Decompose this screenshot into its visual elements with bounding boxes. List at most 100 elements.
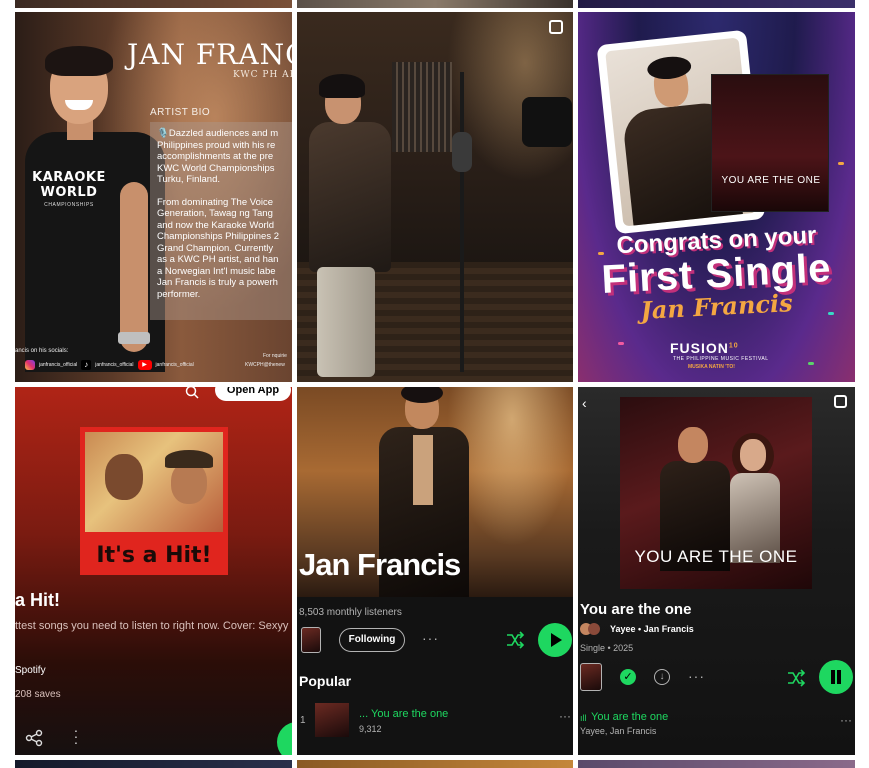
track-plays: 9,312 <box>359 724 382 734</box>
bio-label: ARTIST BIO <box>150 107 211 118</box>
next-row-strip-2 <box>297 760 573 768</box>
bio-subtitle: KWC PH AR <box>233 70 292 80</box>
next-row-strip-3 <box>578 760 855 768</box>
confetti <box>828 312 834 315</box>
jacket <box>309 122 391 272</box>
face <box>740 439 766 471</box>
saved-check-icon[interactable]: ✓ <box>620 669 636 685</box>
confetti <box>618 342 624 345</box>
pause-button[interactable] <box>819 660 853 694</box>
release-meta: Single • 2025 <box>580 643 634 653</box>
playlist-owner[interactable]: Spotify <box>15 665 46 676</box>
more-options-icon[interactable]: ··· <box>688 668 705 684</box>
multi-image-icon <box>549 20 563 34</box>
festival-subtitle: THE PHILIPPINE MUSIC FESTIVAL <box>673 356 769 362</box>
instagram-icon <box>25 360 35 370</box>
artist-avatars <box>580 623 602 637</box>
search-icon[interactable] <box>185 387 199 399</box>
face <box>105 454 143 500</box>
festival-tagline: MUSIKA NATIN 'TO! <box>688 364 735 370</box>
bio-text: 🎙️Dazzled audiences and m Philippines pr… <box>157 128 292 311</box>
post-playlist-its-a-hit[interactable]: Open App It's a Hit! a Hit! ttest songs … <box>15 387 292 755</box>
festival-name: FUSION <box>670 340 729 356</box>
post-studio-photo[interactable] <box>297 12 573 382</box>
more-options-icon[interactable]: ··· <box>73 723 79 749</box>
playlist-cover-photo <box>85 432 223 532</box>
song-title: You are the one <box>580 601 692 618</box>
share-icon[interactable] <box>25 729 43 747</box>
socials-row: janfrancis_official ♪ janfrancis_officia… <box>25 360 194 370</box>
play-button[interactable] <box>277 722 292 755</box>
playlist-description: ttest songs you need to listen to right … <box>15 620 292 632</box>
now-playing-bars-icon: ıll <box>580 713 587 723</box>
prev-row-strip-1 <box>15 0 292 8</box>
confetti <box>838 162 844 165</box>
track-title[interactable]: You are the one <box>591 711 668 723</box>
single-cover: YOU ARE THE ONE <box>711 74 829 212</box>
inquiries-label: For nquirie <box>263 353 287 359</box>
inquiries-email: KWCPH@thenew <box>245 362 285 368</box>
more-options-icon[interactable]: ··· <box>422 630 439 646</box>
track-artwork <box>315 703 349 737</box>
youtube-icon: ▶ <box>137 360 152 370</box>
mic-stand <box>460 72 464 372</box>
next-row-strip-1 <box>15 760 292 768</box>
post-artist-bio[interactable]: KARAOKE WORLD CHAMPIONSHIPS JAN FRANC KW… <box>15 12 292 382</box>
hat <box>165 450 213 468</box>
artwork-title: YOU ARE THE ONE <box>634 547 798 566</box>
shirt-logo-sub: CHAMPIONSHIPS <box>44 202 94 208</box>
arm <box>120 182 148 352</box>
song-artists[interactable]: Yayee • Jan Francis <box>610 624 694 634</box>
playlist-saves: 208 saves <box>15 689 61 700</box>
track-more-icon[interactable]: ··· <box>840 713 852 727</box>
post-single-page[interactable]: ‹ YOU ARE THE ONE You are the one Yayee … <box>578 387 855 755</box>
festival-number: 10 <box>728 342 739 350</box>
confetti <box>598 252 604 255</box>
festival-logo: FUSION10 <box>670 340 739 356</box>
monthly-listeners: 8,503 monthly listeners <box>299 607 402 618</box>
single-cover-title: YOU ARE THE ONE <box>721 175 821 186</box>
social-instagram-handle: janfrancis_official <box>39 362 78 368</box>
play-button[interactable] <box>538 623 572 657</box>
track-title[interactable]: ... You are the one <box>359 708 448 720</box>
single-artwork: YOU ARE THE ONE <box>620 397 812 589</box>
watch <box>118 332 150 344</box>
pants <box>317 267 375 377</box>
post-congrats-first-single[interactable]: YOU ARE THE ONE Congrats on your First S… <box>578 12 855 382</box>
social-tiktok-handle: janfrancis_official <box>95 362 134 368</box>
socials-label: ancis on his socials: <box>15 348 69 354</box>
playlist-cover-title: It's a Hit! <box>80 537 228 575</box>
bio-paragraph-2: From dominating The Voice Generation, Ta… <box>157 196 279 300</box>
camera <box>522 97 572 147</box>
multi-image-icon <box>834 395 847 408</box>
track-more-icon[interactable]: ··· <box>559 709 571 723</box>
back-chevron-icon[interactable]: ‹ <box>582 395 587 411</box>
shirt-logo: KARAOKE WORLD <box>32 170 106 200</box>
track-artists: Yayee, Jan Francis <box>580 726 657 736</box>
acoustic-panel <box>392 62 452 152</box>
artist-thumbnail[interactable] <box>301 627 321 653</box>
post-artist-profile[interactable]: Jan Francis 8,503 monthly listeners Foll… <box>297 387 573 755</box>
single-thumbnail[interactable] <box>580 663 602 691</box>
hair <box>45 46 113 76</box>
face <box>171 462 207 504</box>
prev-row-strip-2 <box>297 0 573 8</box>
face <box>678 427 708 463</box>
following-button[interactable]: Following <box>339 628 405 652</box>
artist-name: Jan Francis <box>299 547 461 582</box>
microphone <box>452 132 472 172</box>
bio-title: JAN FRANC <box>127 38 292 71</box>
avatar <box>588 623 600 635</box>
download-icon[interactable]: ↓ <box>654 669 670 685</box>
open-app-button[interactable]: Open App <box>215 387 291 401</box>
shuffle-icon[interactable] <box>505 631 525 649</box>
prev-row-strip-3 <box>578 0 855 8</box>
shuffle-icon[interactable] <box>786 669 806 687</box>
popular-heading: Popular <box>299 673 352 689</box>
playlist-title: a Hit! <box>15 590 60 610</box>
social-youtube-handle: janfrancis_official <box>155 362 194 368</box>
track-number: 1 <box>300 715 306 726</box>
shirt <box>413 435 433 505</box>
confetti <box>808 362 814 365</box>
hair <box>319 74 365 98</box>
